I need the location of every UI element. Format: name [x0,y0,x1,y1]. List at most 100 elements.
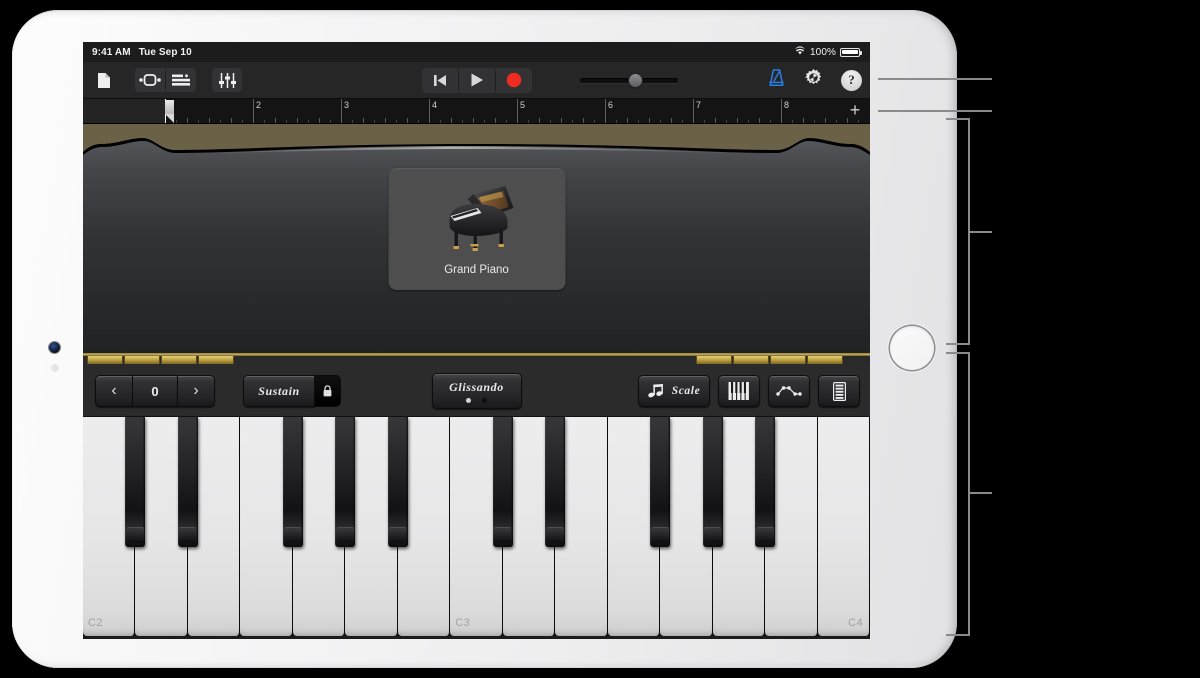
white-key[interactable]: C4 [817,417,870,636]
scale-button[interactable]: Scale [638,375,710,407]
ruler-sub-tick [594,120,595,123]
callout-bracket-keyboard-bottom [946,634,970,636]
black-key[interactable] [755,417,776,547]
black-key[interactable] [545,417,566,547]
glissando-radio-1[interactable] [482,397,487,403]
ruler-bar-tick [253,99,254,123]
metronome-button[interactable] [767,68,786,92]
glissando-mode-radios[interactable] [466,397,487,403]
front-camera-icon [49,342,60,353]
wifi-icon [794,46,806,58]
ruler-sub-tick [484,120,485,123]
add-section-button[interactable]: + [846,101,864,120]
piano-keyboard[interactable]: C2 C3 C4 [83,417,870,636]
black-key[interactable] [492,417,513,547]
instrument-card-label: Grand Piano [444,264,509,276]
lock-icon [323,385,332,397]
ruler-bar-number: 7 [696,100,702,110]
ruler-sub-tick [814,120,815,123]
gold-rail-segment [87,356,123,364]
keys-icon [728,382,749,400]
grand-piano-icon [449,186,514,251]
ruler-bar-tick [693,99,694,123]
arpeggiator-button[interactable] [768,375,810,407]
screenshot-root: 9:41 AM Tue Sep 10 100% ? 2 3 4 5 6 7 8 … [0,0,1200,678]
black-key[interactable] [125,417,146,547]
ruler-sub-tick [561,118,562,123]
ruler-sub-tick [715,118,716,123]
sustain-button[interactable]: Sustain [243,375,315,407]
ruler-sub-tick [748,120,749,123]
volume-slider-knob[interactable] [629,74,642,87]
gold-rail-segment [696,356,732,364]
settings-button[interactable] [804,68,823,92]
ruler-bar-number: 5 [520,100,526,110]
ruler-sub-tick [363,118,364,123]
callout-bracket-instrument-stem [968,231,992,233]
keyboard-size-button[interactable] [718,375,760,407]
note-layout-button[interactable] [818,375,860,407]
sustain-control: Sustain [243,375,341,407]
black-key[interactable] [177,417,198,547]
ruler-sub-tick [550,120,551,123]
black-key[interactable] [387,417,408,547]
rewind-icon [433,74,446,86]
ruler-sub-tick [682,120,683,123]
ruler-sub-tick [539,118,540,123]
chevron-right-icon: › [193,382,199,399]
ambient-sensor-icon [52,365,58,371]
play-button[interactable] [458,67,495,93]
octave-down-button[interactable]: ‹ [95,375,133,407]
ipad-device: 9:41 AM Tue Sep 10 100% ? 2 3 4 5 6 7 8 … [12,10,957,668]
rewind-button[interactable] [421,67,458,93]
record-icon [506,72,521,88]
ruler-bar-number: 6 [608,100,614,110]
black-key[interactable] [282,417,303,547]
gold-rail-segment [161,356,197,364]
gold-rail-segment [198,356,234,364]
ruler-sub-tick [737,118,738,123]
eighth-notes-icon [647,384,663,398]
key-label: C3 [455,617,471,629]
mixer-button[interactable] [212,68,242,92]
playhead[interactable] [165,99,176,123]
ruler-bar-number: 8 [784,100,790,110]
black-key[interactable] [650,417,671,547]
ruler-sub-tick [583,118,584,123]
ruler-bar-tick [429,99,430,123]
master-volume-slider[interactable] [580,74,678,87]
track-view-button[interactable] [166,68,196,92]
sustain-lock-button[interactable] [315,375,341,407]
black-key[interactable] [702,417,723,547]
callout-line-toolbar [878,78,992,80]
ruler-sub-tick [308,120,309,123]
callout-bracket-keyboard-stem [968,492,992,494]
status-date: Tue Sep 10 [138,46,192,58]
ruler-header-area [83,99,166,123]
main-toolbar: ? [83,62,870,99]
ruler-sub-tick [385,118,386,123]
glissando-button[interactable]: Glissando [431,373,522,409]
track-lines-icon [172,74,190,86]
record-button[interactable] [495,67,532,93]
ruler-sub-tick [803,118,804,123]
help-button[interactable]: ? [841,69,862,91]
callout-bracket-instrument-top [946,118,970,120]
ruler-bar-tick [517,99,518,123]
ruler-sub-tick [396,120,397,123]
octave-control: ‹ 0 › [95,375,215,407]
callout-bracket-instrument-bottom [946,343,970,345]
glissando-radio-0[interactable] [466,397,471,403]
ruler-sub-tick [616,120,617,123]
loop-browser-button[interactable] [135,68,165,92]
octave-up-button[interactable]: › [177,375,215,407]
ruler-sub-tick [275,118,276,123]
key-label: C4 [848,617,863,629]
timeline-ruler[interactable]: 12345678 + [83,99,870,124]
home-button[interactable] [890,326,934,370]
ruler-sub-tick [319,118,320,123]
instrument-card[interactable]: Grand Piano [388,168,565,290]
my-songs-button[interactable] [89,68,119,92]
black-key[interactable] [335,417,356,547]
gold-rail-segment [124,356,160,364]
